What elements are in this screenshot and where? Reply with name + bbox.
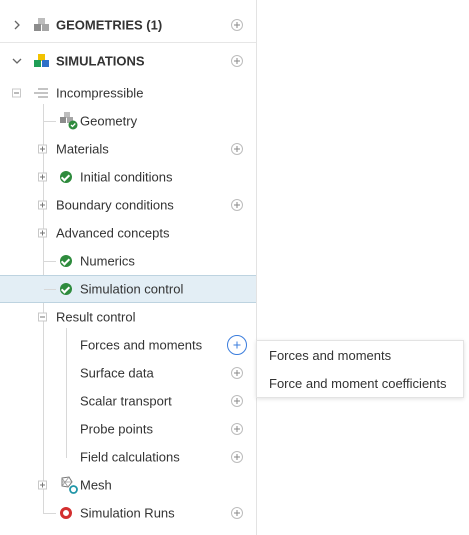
simulation-tree-panel: GEOMETRIES (1) SIMULATIONS Incompressibl… xyxy=(0,0,257,535)
collapse-toggle[interactable] xyxy=(12,88,21,98)
check-circle-icon xyxy=(60,283,72,295)
add-surface-data-button[interactable] xyxy=(231,367,243,379)
chevron-right-icon[interactable] xyxy=(12,20,22,30)
section-label-simulations: SIMULATIONS xyxy=(56,53,145,69)
add-field-calculation-button[interactable] xyxy=(231,451,243,463)
menu-item-forces-and-moments[interactable]: Forces and moments xyxy=(269,348,391,363)
geometry-check-icon xyxy=(60,112,78,130)
node-label-initial-conditions: Initial conditions xyxy=(80,169,173,185)
node-label-simulation-control: Simulation control xyxy=(80,281,184,297)
add-simulation-run-button[interactable] xyxy=(231,507,243,519)
tree-node-incompressible[interactable]: Incompressible xyxy=(0,79,256,107)
node-label-probe-points: Probe points xyxy=(80,421,153,437)
tree-connector xyxy=(44,513,56,514)
expand-toggle[interactable] xyxy=(38,172,47,182)
add-probe-points-button[interactable] xyxy=(231,423,243,435)
node-label-mesh: Mesh xyxy=(80,477,112,493)
collapse-toggle[interactable] xyxy=(38,312,47,322)
add-result-context-menu: Forces and moments Force and moment coef… xyxy=(256,340,464,398)
tree-node-simulation-runs[interactable]: Simulation Runs xyxy=(0,499,256,527)
node-label-geometry: Geometry xyxy=(80,113,138,129)
tree-section-geometries[interactable]: GEOMETRIES (1) xyxy=(0,11,256,39)
tree-node-numerics[interactable]: Numerics xyxy=(0,247,256,275)
tree-node-simulation-control[interactable]: Simulation control xyxy=(0,275,256,303)
run-ring-icon xyxy=(60,507,72,519)
node-label-forces-and-moments: Forces and moments xyxy=(80,337,203,353)
tree-node-result-control[interactable]: Result control xyxy=(0,303,256,331)
node-label-field-calculations: Field calculations xyxy=(80,449,180,465)
tree-node-geometry[interactable]: Geometry xyxy=(0,107,256,135)
add-geometry-button[interactable] xyxy=(231,19,243,31)
tree-connector xyxy=(44,121,56,122)
add-material-button[interactable] xyxy=(231,143,243,155)
tree-node-mesh[interactable]: Mesh xyxy=(0,471,256,499)
section-label-geometries: GEOMETRIES (1) xyxy=(56,17,163,33)
tree-node-initial-conditions[interactable]: Initial conditions xyxy=(0,163,256,191)
check-circle-icon xyxy=(60,255,72,267)
expand-toggle[interactable] xyxy=(38,228,47,238)
node-label-boundary-conditions: Boundary conditions xyxy=(56,197,174,213)
add-scalar-transport-button[interactable] xyxy=(231,395,243,407)
tree-node-forces-and-moments[interactable]: Forces and moments xyxy=(0,331,256,359)
mesh-icon xyxy=(61,476,78,494)
add-boundary-condition-button[interactable] xyxy=(231,199,243,211)
node-label-surface-data: Surface data xyxy=(80,365,154,381)
menu-item-force-and-moment-coefficients[interactable]: Force and moment coefficients xyxy=(269,376,447,391)
node-label-result-control: Result control xyxy=(56,309,136,325)
node-label-materials: Materials xyxy=(56,141,109,157)
node-label-incompressible: Incompressible xyxy=(56,85,144,101)
check-circle-icon xyxy=(60,171,72,183)
tree-node-scalar-transport[interactable]: Scalar transport xyxy=(0,387,256,415)
expand-toggle[interactable] xyxy=(38,480,47,490)
simulation-blocks-icon xyxy=(34,54,49,67)
node-label-advanced-concepts: Advanced concepts xyxy=(56,225,170,241)
tree-node-boundary-conditions[interactable]: Boundary conditions xyxy=(0,191,256,219)
tree-connector xyxy=(44,289,56,290)
geometry-cubes-icon xyxy=(34,18,49,31)
expand-toggle[interactable] xyxy=(38,144,47,154)
node-label-numerics: Numerics xyxy=(80,253,135,269)
tree-connector xyxy=(44,261,56,262)
tree-node-advanced-concepts[interactable]: Advanced concepts xyxy=(0,219,256,247)
node-label-simulation-runs: Simulation Runs xyxy=(80,505,175,521)
list-lines-icon xyxy=(34,88,48,98)
tree-section-simulations[interactable]: SIMULATIONS xyxy=(0,47,256,75)
node-label-scalar-transport: Scalar transport xyxy=(80,393,172,409)
section-divider xyxy=(0,42,256,43)
tree-node-surface-data[interactable]: Surface data xyxy=(0,359,256,387)
add-forces-and-moments-button[interactable] xyxy=(227,335,247,355)
tree-node-probe-points[interactable]: Probe points xyxy=(0,415,256,443)
tree-node-materials[interactable]: Materials xyxy=(0,135,256,163)
expand-toggle[interactable] xyxy=(38,200,47,210)
chevron-down-icon[interactable] xyxy=(12,56,22,66)
add-simulation-button[interactable] xyxy=(231,55,243,67)
tree-node-field-calculations[interactable]: Field calculations xyxy=(0,443,256,471)
